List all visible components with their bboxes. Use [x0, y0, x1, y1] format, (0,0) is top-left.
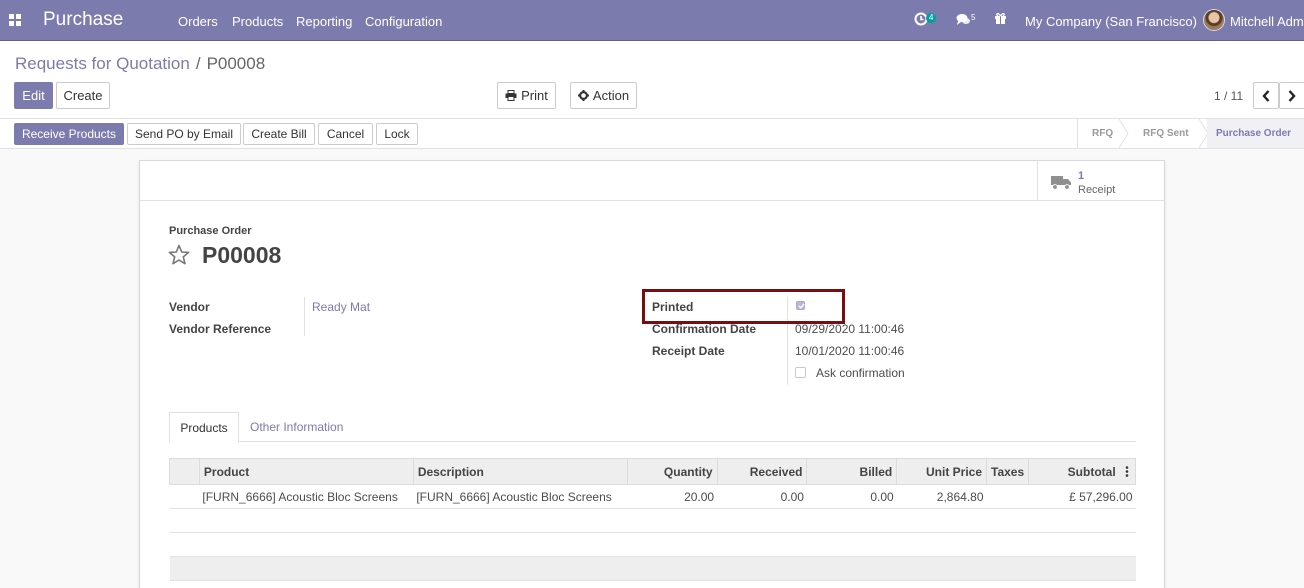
menu-configuration[interactable]: Configuration	[365, 14, 442, 29]
chevron-left-icon	[1262, 89, 1270, 102]
apps-grid-icon[interactable]	[9, 14, 21, 26]
stage-purchase-order-label: Purchase Order	[1216, 128, 1292, 139]
breadcrumb-parent[interactable]: Requests for Quotation	[15, 54, 190, 73]
row-handle	[169, 484, 200, 509]
print-button-label: Print	[521, 88, 548, 103]
stage-rfq-label: RFQ	[1092, 128, 1114, 139]
column-received[interactable]: Received	[716, 458, 808, 485]
star-icon[interactable]	[168, 244, 190, 266]
company-switcher[interactable]: My Company (San Francisco)	[1025, 14, 1197, 29]
pager-value[interactable]: 1 / 11	[1214, 89, 1243, 103]
empty-row	[169, 508, 1136, 533]
menu-reporting[interactable]: Reporting	[296, 14, 352, 29]
edit-button[interactable]: Edit	[14, 82, 53, 109]
cell-quantity[interactable]: 20.00	[627, 484, 718, 509]
table-row[interactable]: [FURN_6666] Acoustic Bloc Screens [FURN_…	[169, 484, 1136, 509]
order-lines-table: Product Description Quantity Received Bi…	[169, 458, 1136, 581]
empty-row	[169, 556, 1136, 581]
column-handle	[169, 458, 200, 485]
create-button[interactable]: Create	[56, 82, 110, 109]
confirmation-date-label: Confirmation Date	[652, 322, 757, 336]
top-navbar: Purchase Orders Products Reporting Confi…	[0, 0, 1304, 41]
field-separator	[304, 297, 305, 336]
document-type-label: Purchase Order	[169, 225, 252, 237]
column-description[interactable]: Description	[412, 458, 628, 485]
receive-products-button[interactable]: Receive Products	[14, 123, 124, 145]
breadcrumb-current: P00008	[206, 54, 266, 73]
receipt-smart-button[interactable]: 1 Receipt	[1037, 161, 1164, 201]
vendor-reference-label: Vendor Reference	[169, 322, 272, 336]
receipt-count: 1	[1078, 170, 1085, 182]
stage-rfq-sent[interactable]: RFQ Sent	[1127, 119, 1209, 148]
cell-description[interactable]: [FURN_6666] Acoustic Bloc Screens	[413, 484, 628, 509]
confirmation-date-field[interactable]: 09/29/2020 11:00:46	[795, 322, 904, 336]
messages-count-badge: 5	[971, 13, 976, 22]
column-subtotal[interactable]: Subtotal	[1028, 458, 1136, 485]
create-bill-button[interactable]: Create Bill	[243, 123, 315, 145]
print-button[interactable]: Print	[497, 82, 556, 109]
chevron-right-icon	[1288, 89, 1296, 102]
column-quantity[interactable]: Quantity	[626, 458, 718, 485]
table-header-row: Product Description Quantity Received Bi…	[169, 458, 1136, 485]
user-avatar[interactable]	[1203, 9, 1225, 31]
receipt-label: Receipt	[1078, 184, 1116, 196]
gift-button[interactable]	[994, 12, 1007, 28]
optional-columns-icon[interactable]	[1123, 465, 1131, 477]
breadcrumb-separator: /	[195, 54, 201, 73]
app-title[interactable]: Purchase	[43, 9, 123, 31]
document-name: P00008	[202, 242, 282, 268]
cell-unit-price[interactable]: 2,864.80	[896, 484, 987, 509]
button-box: 1 Receipt	[140, 161, 1164, 201]
stage-purchase-order[interactable]: Purchase Order	[1207, 119, 1304, 148]
activity-count-badge: 4	[926, 13, 937, 23]
stage-rfq-sent-label: RFQ Sent	[1143, 128, 1189, 139]
tab-other-information[interactable]: Other Information	[250, 412, 343, 442]
stage-rfq[interactable]: RFQ	[1078, 119, 1129, 148]
column-unit-price[interactable]: Unit Price	[896, 458, 988, 485]
empty-row	[169, 532, 1136, 557]
column-billed[interactable]: Billed	[806, 458, 898, 485]
column-product[interactable]: Product	[198, 458, 414, 485]
receipt-date-field[interactable]: 10/01/2020 11:00:46	[795, 344, 904, 358]
form-sheet: 1 Receipt Purchase Order P00008 Vendor R…	[139, 160, 1165, 588]
tab-products[interactable]: Products	[169, 412, 239, 443]
cell-subtotal: £ 57,296.00	[1028, 484, 1136, 509]
column-taxes[interactable]: Taxes	[986, 458, 1030, 485]
printer-icon	[505, 90, 517, 101]
pager-next-button[interactable]	[1279, 82, 1304, 109]
vendor-label: Vendor	[169, 300, 210, 314]
user-menu[interactable]: Mitchell Admin	[1230, 14, 1304, 29]
ask-confirmation-checkbox[interactable]	[795, 367, 806, 378]
notebook-tabs: Products Other Information	[169, 412, 1136, 443]
control-panel: Requests for Quotation / P00008 Edit Creat…	[0, 41, 1304, 119]
menu-orders[interactable]: Orders	[178, 14, 218, 29]
send-po-by-email-button[interactable]: Send PO by Email	[127, 123, 241, 145]
gift-icon	[995, 13, 1006, 24]
cell-taxes[interactable]	[986, 484, 1029, 509]
column-subtotal-label: Subtotal	[1067, 464, 1116, 479]
highlight-box	[642, 289, 845, 324]
breadcrumb: Requests for Quotation / P00008	[15, 54, 265, 74]
status-stages: RFQ RFQ Sent Purchase Order	[1077, 119, 1304, 148]
cell-received[interactable]: 0.00	[717, 484, 807, 509]
gear-icon	[577, 90, 589, 101]
pager-previous-button[interactable]	[1253, 82, 1279, 109]
cell-billed[interactable]: 0.00	[806, 484, 897, 509]
menu-products[interactable]: Products	[232, 14, 283, 29]
receipt-date-label: Receipt Date	[652, 344, 725, 358]
lock-button[interactable]: Lock	[376, 123, 418, 145]
status-bar: Receive Products Send PO by Email Create…	[0, 119, 1304, 149]
vendor-field[interactable]: Ready Mat	[312, 300, 370, 314]
cancel-button[interactable]: Cancel	[318, 123, 373, 145]
truck-icon	[1051, 176, 1071, 190]
action-button[interactable]: Action	[570, 82, 637, 109]
ask-confirmation-label: Ask confirmation	[816, 366, 905, 380]
cell-product[interactable]: [FURN_6666] Acoustic Bloc Screens	[199, 484, 414, 509]
action-button-label: Action	[592, 88, 630, 103]
